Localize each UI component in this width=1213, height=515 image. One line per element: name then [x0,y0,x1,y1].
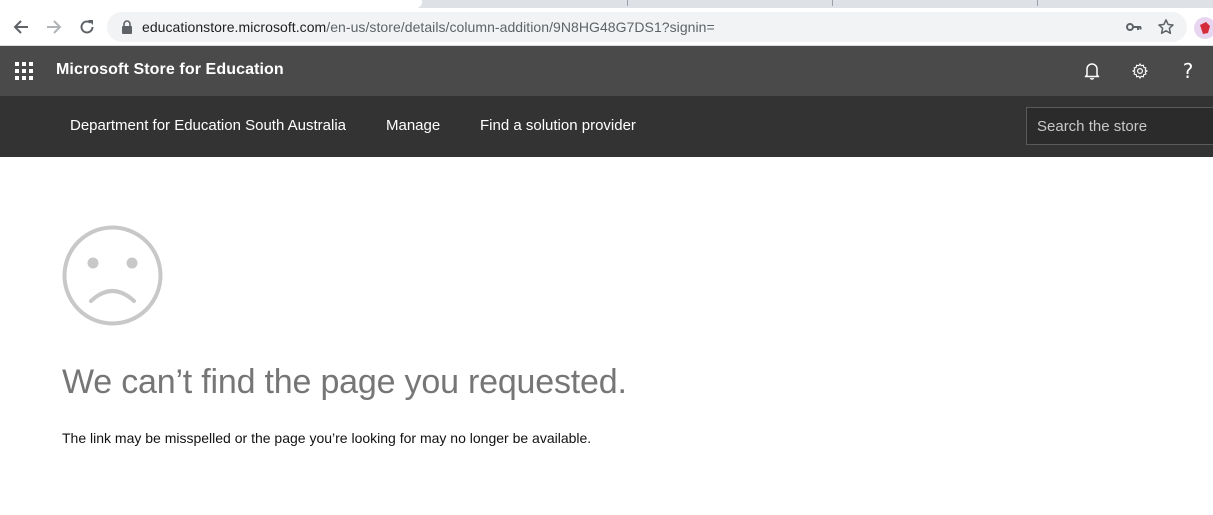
store-title[interactable]: Microsoft Store for Education [56,61,284,79]
forward-arrow-icon[interactable] [42,15,66,39]
back-arrow-icon[interactable] [9,15,33,39]
tab-separator [832,0,833,6]
star-icon[interactable] [1157,18,1175,36]
url-text[interactable]: educationstore.microsoft.com/en-us/store… [142,19,715,35]
tab-separator [627,0,628,6]
url-host: educationstore.microsoft.com [142,19,327,35]
search-input[interactable] [1027,108,1213,144]
app-launcher-icon[interactable] [15,62,33,80]
browser-toolbar: educationstore.microsoft.com/en-us/store… [0,8,1213,46]
store-nav-bar: Department for Education South Australia… [0,96,1213,157]
address-bar[interactable]: educationstore.microsoft.com/en-us/store… [107,12,1187,42]
sad-face-icon [62,225,163,326]
help-glyph: ? [1182,59,1194,83]
nav-item-manage[interactable]: Manage [386,117,440,134]
nav-item-organization[interactable]: Department for Education South Australia [70,117,346,134]
help-icon[interactable]: ? [1176,59,1200,83]
bell-icon[interactable] [1080,59,1104,83]
browser-tab-strip [0,0,1213,8]
gear-icon[interactable] [1128,59,1152,83]
store-search-box [1026,107,1213,145]
key-icon[interactable] [1125,18,1143,36]
error-message: The link may be misspelled or the page y… [62,430,592,446]
lock-icon[interactable] [121,20,133,34]
store-header: Microsoft Store for Education ? [0,46,1213,96]
tab-separator [1037,0,1038,6]
error-heading: We can’t find the page you requested. [62,363,627,401]
nav-item-find-solution-provider[interactable]: Find a solution provider [480,117,636,134]
reload-icon[interactable] [75,15,99,39]
active-tab[interactable] [0,0,422,8]
url-path: /en-us/store/details/column-addition/9N8… [326,19,715,35]
profile-avatar[interactable] [1194,17,1213,39]
